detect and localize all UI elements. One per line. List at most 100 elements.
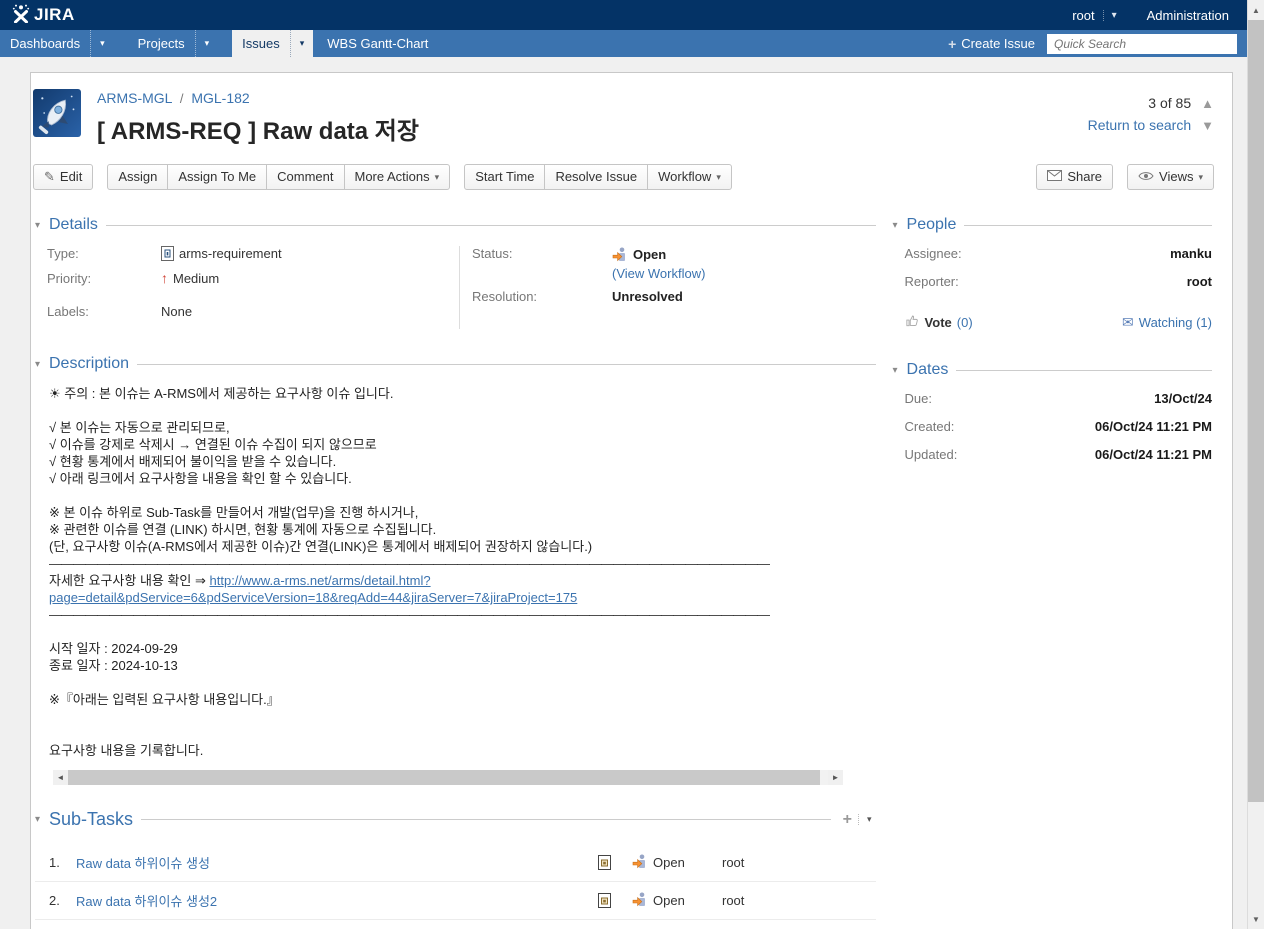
nav-projects[interactable]: Projects ▾ [128,30,219,57]
section-rule [106,225,876,226]
description-line [49,623,876,640]
scroll-up-icon[interactable]: ▲ [1248,2,1264,18]
details-section-header: ▾ Details [35,216,876,234]
nav-dashboards-label: Dashboards [0,36,90,51]
vote-count: (0) [957,315,973,330]
share-button[interactable]: Share [1036,164,1113,190]
view-workflow-link[interactable]: (View Workflow) [612,266,705,281]
details-heading[interactable]: Details [49,216,98,234]
page-scrollbar[interactable]: ▲ ▼ [1247,0,1264,929]
dates-heading[interactable]: Dates [907,361,949,379]
assign-to-me-button[interactable]: Assign To Me [167,164,267,190]
priority-value: Medium [173,271,219,286]
description-url-link[interactable]: page=detail&pdService=6&pdServiceVersion… [49,590,577,605]
description-line [49,674,876,691]
vote-label: Vote [925,315,952,330]
description-line: √ 본 이슈는 자동으로 관리되므로, [49,419,876,436]
description-line [49,402,876,419]
due-label: Due: [905,391,932,406]
workflow-button[interactable]: Workflow ▾ [647,164,732,190]
create-issue-button[interactable]: + Create Issue [948,36,1035,52]
comment-button[interactable]: Comment [266,164,344,190]
jira-logo[interactable]: JIRA [12,3,75,28]
description-line: (단, 요구사항 이슈(A-RMS에서 제공한 이슈)간 연결(LINK)은 통… [49,538,876,555]
envelope-icon [1047,165,1062,189]
issue-type-icon [161,246,174,261]
scroll-left-icon[interactable]: ◄ [53,770,68,785]
user-menu-label: root [1064,8,1102,23]
quick-search-input[interactable] [1047,34,1237,54]
nav-projects-label: Projects [128,36,195,51]
top-app-bar: JIRA root ▾ Administration [0,0,1247,30]
collapse-triangle-icon[interactable]: ▾ [893,220,907,231]
next-issue-icon[interactable]: ▼ [1201,118,1214,133]
people-heading[interactable]: People [907,216,957,234]
start-time-button[interactable]: Start Time [464,164,545,190]
section-rule [141,819,831,820]
more-actions-button[interactable]: More Actions ▾ [344,164,451,190]
administration-link[interactable]: Administration [1147,8,1229,23]
user-menu[interactable]: root ▾ [1064,8,1124,23]
create-issue-label: Create Issue [961,36,1035,51]
chevron-down-icon[interactable]: ▾ [290,30,314,57]
resolve-issue-button[interactable]: Resolve Issue [544,164,648,190]
assignee-label: Assignee: [905,246,962,261]
edit-button[interactable]: ✎ Edit [33,164,93,190]
scroll-down-icon[interactable]: ▼ [1248,911,1264,927]
description-line: ※ 본 이슈 하위로 Sub-Task를 만들어서 개발(업무)을 진행 하시거… [49,504,876,521]
description-line: 종료 일자 : 2024-10-13 [49,657,876,674]
more-actions-label: More Actions [355,165,430,189]
collapse-triangle-icon[interactable]: ▾ [35,814,49,825]
subtask-link[interactable]: Raw data 하위이슈 생성 [76,853,598,872]
main-nav-bar: Dashboards ▾ Projects ▾ Issues ▾ WBS Gan… [0,30,1247,57]
watching-link[interactable]: ✉ Watching (1) [1122,313,1212,331]
chevron-down-icon[interactable]: ▾ [195,30,219,57]
subtask-options-icon[interactable]: ▾ [858,814,876,825]
open-status-icon [632,891,648,910]
collapse-triangle-icon[interactable]: ▾ [35,359,49,370]
subtask-status: Open [653,893,685,908]
assign-button[interactable]: Assign [107,164,168,190]
collapse-triangle-icon[interactable]: ▾ [35,220,49,231]
jira-logo-icon [12,3,30,28]
subtask-status: Open [653,855,685,870]
subtasks-section-header: ▾ Sub-Tasks + ▾ [35,809,876,830]
breadcrumb-project-link[interactable]: ARMS-MGL [97,90,172,106]
collapse-triangle-icon[interactable]: ▾ [893,365,907,376]
views-button[interactable]: Views ▾ [1127,164,1214,190]
project-avatar[interactable] [33,89,81,137]
chevron-down-icon[interactable]: ▾ [90,30,114,57]
scroll-right-icon[interactable]: ► [828,770,843,785]
add-subtask-button[interactable]: + [837,811,858,829]
nav-wbs-gantt-chart[interactable]: WBS Gantt-Chart [317,30,438,57]
chevron-down-icon: ▾ [1198,165,1203,189]
updated-label: Updated: [905,447,958,462]
previous-issue-icon[interactable]: ▲ [1201,96,1214,111]
page-scrollbar-thumb[interactable] [1248,20,1264,802]
description-horizontal-scrollbar[interactable]: ◄ ► [53,770,843,785]
description-line [49,725,876,742]
workflow-label: Workflow [658,165,711,189]
resolution-label: Resolution: [472,289,612,304]
vote-link[interactable]: Vote (0) [905,313,973,331]
horizontal-scrollbar-thumb[interactable] [68,770,820,785]
description-url-link[interactable]: http://www.a-rms.net/arms/detail.html? [210,573,431,588]
type-value: arms-requirement [179,246,282,261]
assign-label: Assign [118,165,157,189]
type-label: Type: [35,246,161,261]
rocket-icon [35,91,79,135]
subtask-row: 2. Raw data 하위이슈 생성2 Open root [35,882,876,920]
nav-dashboards[interactable]: Dashboards ▾ [0,30,114,57]
subtask-link[interactable]: Raw data 하위이슈 생성2 [76,891,598,910]
subtask-type-icon [598,893,632,908]
return-to-search-link[interactable]: Return to search [1088,117,1192,133]
description-line: √ 이슈를 강제로 삭제시 → 연결된 이슈 수집이 되지 않으므로 [49,436,876,453]
pencil-icon: ✎ [44,165,55,189]
description-line: √ 현황 통계에서 배제되어 불이익을 받을 수 있습니다. [49,453,876,470]
nav-issues[interactable]: Issues ▾ [232,30,313,57]
description-heading[interactable]: Description [49,355,129,373]
eye-icon [1138,165,1154,189]
breadcrumb-issue-key-link[interactable]: MGL-182 [191,90,249,106]
details-body: Type: arms-requirement Priority: ↑ Med [35,246,876,329]
subtasks-heading[interactable]: Sub-Tasks [49,809,133,830]
